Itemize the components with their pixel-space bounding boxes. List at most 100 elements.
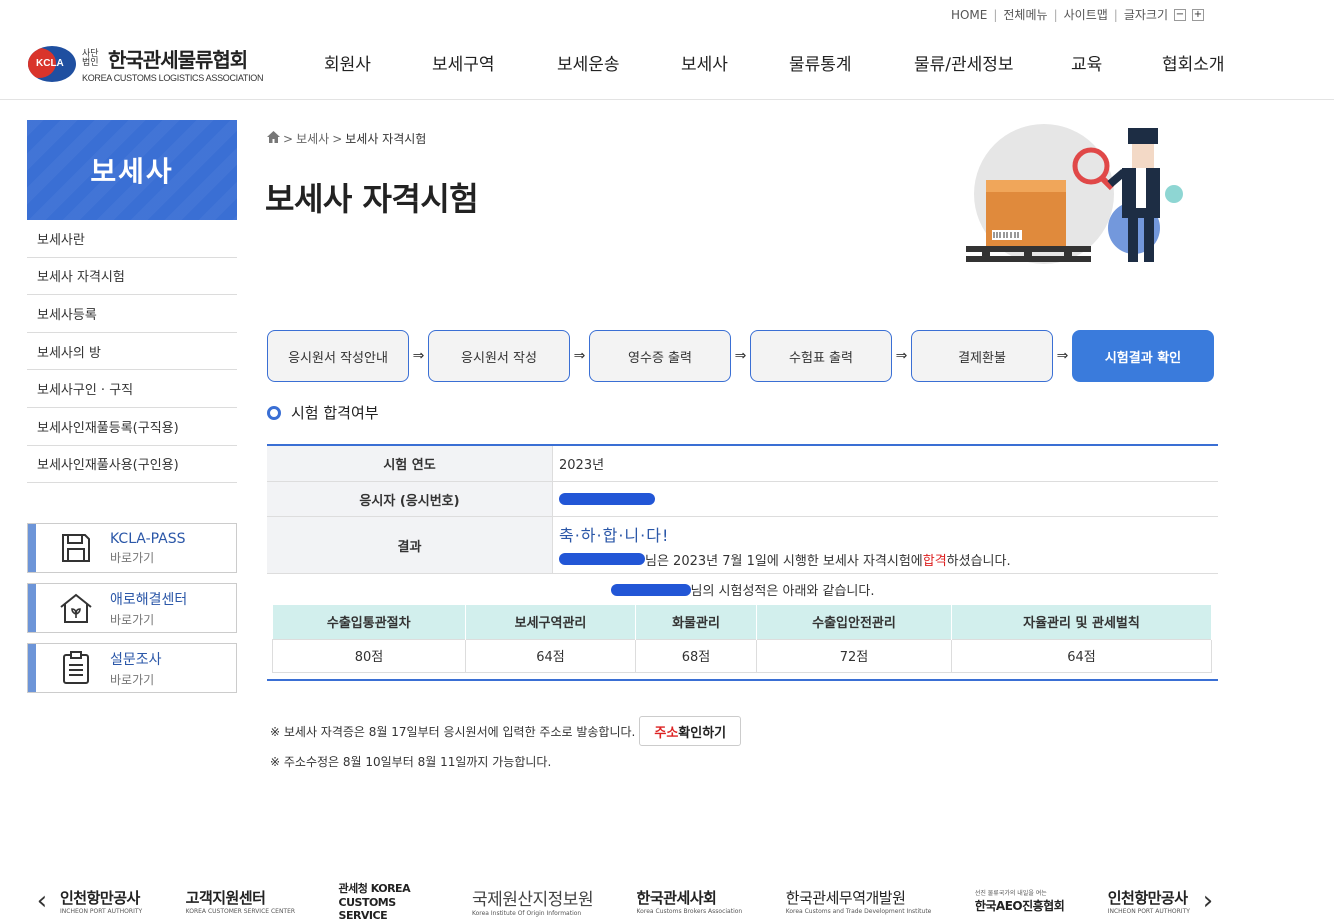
result-table: 시험 연도 2023년 응시자 (응시번호) 결과 축·하·합·니·다! 님은 … [267, 444, 1218, 681]
banner-customs-brokers[interactable]: 한국관세사회 Korea Customs Brokers Association [637, 887, 743, 915]
score-note: 님의 시험성적은 아래와 같습니다. [272, 580, 1213, 599]
banner-kcti[interactable]: 한국관세무역개발원 Korea Customs and Trade Develop… [786, 887, 932, 915]
redacted-name [610, 583, 691, 596]
result-label: 결과 [267, 517, 553, 573]
main-navigation: 회원사 보세구역 보세운송 보세사 물류통계 물류/관세정보 교육 협회소개 [300, 50, 1242, 75]
result-row-result: 결과 축·하·합·니·다! 님은 2023년 7월 1일에 시행한 보세사 자격… [267, 517, 1218, 574]
step-arrow-icon: ⇒ [1056, 348, 1069, 364]
quick-link-sub: 바로가기 [110, 672, 155, 687]
score-cell: 72점 [756, 638, 952, 673]
congrats-text: 축·하·합·니·다! [559, 525, 670, 545]
step-application[interactable]: 응시원서 작성 [428, 330, 570, 382]
breadcrumb: > 보세사 > 보세사 자격시험 [267, 130, 426, 147]
quick-link-title: 설문조사 [110, 651, 162, 668]
logo-english: KOREA CUSTOMS LOGISTICS ASSOCIATION [82, 73, 264, 83]
step-arrow-icon: ⇒ [412, 348, 425, 364]
gnb-item-customs-info[interactable]: 물류/관세정보 [914, 50, 1071, 75]
quick-link-sub: 바로가기 [110, 612, 155, 627]
score-row: 80점 64점 68점 72점 64점 [272, 638, 1212, 673]
year-label: 시험 연도 [267, 446, 553, 481]
step-guide[interactable]: 응시원서 작성안내 [267, 330, 409, 382]
separator: | [1053, 7, 1058, 22]
gnb-item-bonded-officer[interactable]: 보세사 [681, 50, 789, 75]
sidebar-item-registration[interactable]: 보세사등록 [27, 295, 237, 333]
step-receipt[interactable]: 영수증 출력 [589, 330, 731, 382]
site-logo[interactable]: KCLA 사단 법인 한국관세물류협회 KOREA CUSTOMS LOGIST… [28, 44, 264, 83]
exam-steps: 응시원서 작성안내 ⇒ 응시원서 작성 ⇒ 영수증 출력 ⇒ 수험표 출력 ⇒ … [267, 330, 1214, 382]
sidebar-item-about[interactable]: 보세사란 [27, 220, 237, 258]
separator: | [993, 7, 998, 22]
score-header: 자율관리 및 관세벌칙 [951, 605, 1212, 639]
year-value: 2023년 [559, 458, 605, 473]
exam-illustration [960, 118, 1190, 272]
score-cell: 64점 [951, 638, 1212, 673]
step-arrow-icon: ⇒ [573, 348, 586, 364]
sidebar-item-room[interactable]: 보세사의 방 [27, 333, 237, 371]
gnb-item-about[interactable]: 협회소개 [1162, 50, 1242, 75]
chevron-right-icon: > [332, 131, 343, 146]
chevron-left-icon[interactable]: ‹ [30, 886, 54, 916]
banner-incheon-port-2[interactable]: 인천항만공사 INCHEON PORT AUTHORITY [1108, 887, 1190, 915]
banner-korea-customs[interactable]: 관세청 KOREA CUSTOMS SERVICE [339, 880, 429, 921]
utility-bar: HOME | 전체메뉴 | 사이트맵 | 글자크기 − + [951, 6, 1204, 23]
check-address-button[interactable]: 주소 확인하기 [639, 716, 742, 746]
sidebar-item-talent-register[interactable]: 보세사인재풀등록(구직용) [27, 408, 237, 446]
page-title: 보세사 자격시험 [265, 180, 479, 218]
result-value: 축·하·합·니·다! 님은 2023년 7월 1일에 시행한 보세사 자격시험에… [553, 517, 1218, 573]
header-divider [0, 99, 1334, 100]
applicant-value [553, 482, 1218, 516]
step-ticket[interactable]: 수험표 출력 [750, 330, 892, 382]
quick-link-help-center[interactable]: 애로해결센터 바로가기 [27, 583, 237, 633]
pass-text: 합격 [922, 553, 947, 569]
quick-link-title: KCLA-PASS [110, 530, 186, 547]
quick-link-kcla-pass[interactable]: KCLA-PASS 바로가기 [27, 523, 237, 573]
footer-banners: ‹ 인천항만공사 INCHEON PORT AUTHORITY 고객지원센터 KOR… [30, 880, 1220, 921]
font-decrease-button[interactable]: − [1174, 8, 1186, 21]
house-icon [56, 591, 96, 625]
sidebar-item-jobs[interactable]: 보세사구인 · 구직 [27, 370, 237, 408]
quick-link-survey[interactable]: 설문조사 바로가기 [27, 643, 237, 693]
step-result[interactable]: 시험결과 확인 [1072, 330, 1214, 382]
logo-name: 한국관세물류협회 [108, 48, 248, 72]
step-arrow-icon: ⇒ [895, 348, 908, 364]
gnb-item-members[interactable]: 회원사 [300, 50, 432, 75]
quick-link-title: 애로해결센터 [110, 591, 188, 608]
chevron-right-icon[interactable]: › [1196, 886, 1220, 916]
score-section: 님의 시험성적은 아래와 같습니다. 수출입통관절차 보세구역관리 화물관리 수… [267, 574, 1218, 679]
step-refund[interactable]: 결제환불 [911, 330, 1053, 382]
home-icon[interactable] [267, 131, 280, 146]
chevron-right-icon: > [283, 131, 294, 146]
result-row-applicant: 응시자 (응시번호) [267, 482, 1218, 517]
gnb-item-statistics[interactable]: 물류통계 [789, 50, 914, 75]
kcla-logo-icon: KCLA [28, 45, 76, 82]
score-cell: 64점 [465, 638, 636, 673]
home-link[interactable]: HOME [951, 8, 987, 22]
banner-incheon-port[interactable]: 인천항만공사 INCHEON PORT AUTHORITY [60, 887, 142, 915]
gnb-item-education[interactable]: 교육 [1071, 50, 1162, 75]
sidebar-title: 보세사 [27, 120, 237, 220]
score-table: 수출입통관절차 보세구역관리 화물관리 수출입안전관리 자율관리 및 관세벌칙 … [272, 605, 1212, 673]
score-header: 보세구역관리 [465, 605, 636, 639]
font-increase-button[interactable]: + [1192, 8, 1204, 21]
banner-customer-center[interactable]: 고객지원센터 KOREA CUSTOMER SERVICE CENTER [186, 887, 295, 915]
breadcrumb-current: 보세사 자격시험 [345, 132, 427, 146]
sidebar-menu: 보세사란 보세사 자격시험 보세사등록 보세사의 방 보세사구인 · 구직 보세… [27, 220, 237, 484]
notice-line: ※ 보세사 자격증은 8월 17일부터 응시원서에 입력한 주소로 발송합니다.… [270, 716, 742, 746]
floppy-icon [56, 531, 96, 565]
score-header: 화물관리 [635, 605, 757, 639]
banner-origin-info[interactable]: 국제원산지정보원 Korea Institute Of Origin Inform… [472, 885, 594, 917]
clipboard-icon [56, 651, 96, 685]
sitemap-link[interactable]: 사이트맵 [1064, 6, 1108, 23]
all-menu-link[interactable]: 전체메뉴 [1003, 6, 1047, 23]
banner-aeo[interactable]: 선진 물류국가의 내일을 여는 한국AEO진흥협회 [975, 888, 1065, 914]
sidebar-item-talent-use[interactable]: 보세사인재풀사용(구인용) [27, 446, 237, 484]
score-cell: 68점 [635, 638, 757, 673]
gnb-item-bonded-transport[interactable]: 보세운송 [557, 50, 681, 75]
step-arrow-icon: ⇒ [734, 348, 747, 364]
breadcrumb-level1[interactable]: 보세사 [296, 130, 329, 147]
section-title: 시험 합격여부 [267, 402, 379, 423]
notice-area: ※ 보세사 자격증은 8월 17일부터 응시원서에 입력한 주소로 발송합니다.… [270, 716, 742, 776]
sidebar-item-exam[interactable]: 보세사 자격시험 [27, 258, 237, 296]
gnb-item-bonded-area[interactable]: 보세구역 [432, 50, 557, 75]
notice-line: ※ 주소수정은 8월 10일부터 8월 11일까지 가능합니다. [270, 754, 552, 769]
